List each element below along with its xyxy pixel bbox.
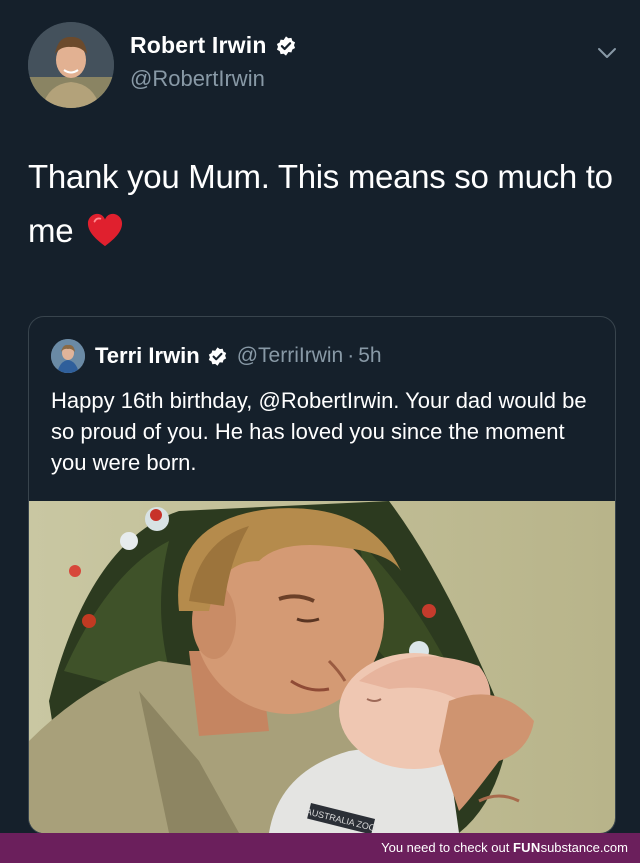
quoted-author-avatar[interactable] [51, 339, 85, 373]
quoted-tweet-text: Happy 16th birthday, @RobertIrwin. Your … [51, 388, 587, 475]
author-display-name[interactable]: Robert Irwin [130, 32, 267, 59]
quoted-tweet-photo[interactable]: AUSTRALIA ZOO [29, 501, 615, 833]
verified-badge-icon [276, 35, 295, 56]
tweet-body: Thank you Mum. This means so much to me [28, 150, 618, 258]
footer-brand-rest[interactable]: substance.com [541, 840, 628, 855]
author-handle[interactable]: @RobertIrwin [130, 66, 265, 92]
footer-prefix: You need to check out [381, 840, 510, 855]
quoted-author-handle[interactable]: @TerriIrwin [237, 344, 344, 368]
footer-brand-bold[interactable]: FUN [513, 840, 541, 855]
chevron-down-icon[interactable] [594, 40, 620, 66]
author-avatar[interactable] [28, 22, 114, 108]
tweet-header: Robert Irwin @RobertIrwin [0, 0, 640, 120]
red-heart-icon [88, 213, 123, 247]
meta-separator: · [347, 344, 355, 367]
quoted-tweet-card[interactable]: Terri Irwin @TerriIrwin · 5h Happy 16th … [28, 316, 616, 834]
verified-badge-icon [208, 346, 226, 366]
quoted-author-display-name[interactable]: Terri Irwin [95, 343, 200, 369]
watermark-footer: You need to check out FUNsubstance.com [0, 833, 640, 863]
quoted-tweet-time[interactable]: 5h [358, 344, 381, 368]
